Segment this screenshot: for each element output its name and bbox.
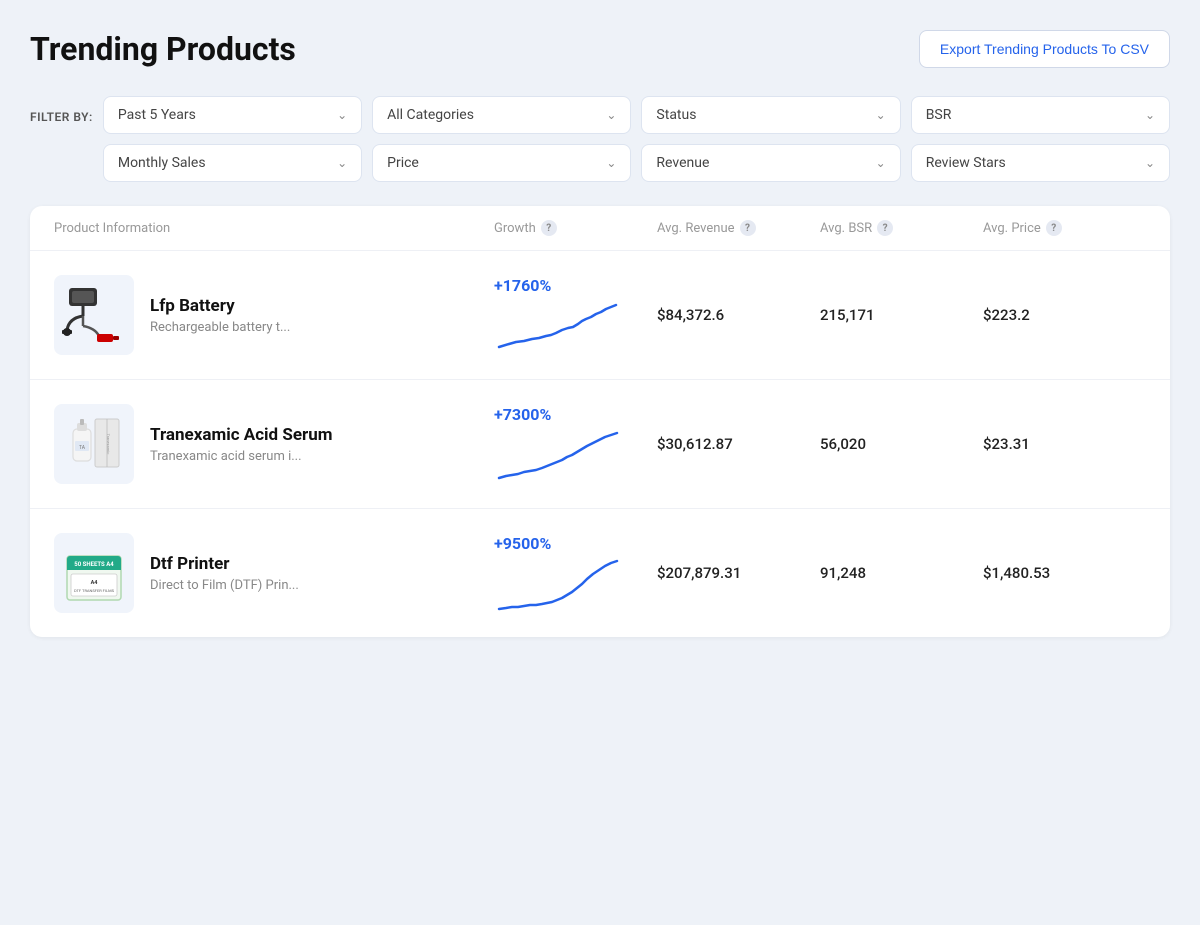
filter-bsr[interactable]: BSR ⌄ (911, 96, 1170, 134)
col-product-info: Product Information (54, 220, 494, 236)
avg-revenue-lfp: $84,372.6 (657, 306, 820, 324)
avg-bsr-lfp: 215,171 (820, 306, 983, 324)
product-cell-lfp: Lfp Battery Rechargeable battery t... (54, 275, 494, 355)
growth-help-icon[interactable]: ? (541, 220, 557, 236)
avg-bsr-serum: 56,020 (820, 435, 983, 453)
product-desc-lfp: Rechargeable battery t... (150, 320, 290, 335)
chevron-down-icon: ⌄ (1145, 156, 1155, 170)
product-info-serum: Tranexamic Acid Serum Tranexamic acid se… (150, 425, 332, 464)
sparkline-lfp (494, 299, 624, 354)
svg-text:50 SHEETS A4: 50 SHEETS A4 (74, 561, 114, 568)
filter-bsr-label: BSR (926, 107, 952, 123)
col-avg-price: Avg. Price ? (983, 220, 1146, 236)
product-name-dtf: Dtf Printer (150, 554, 299, 574)
table-row: Tranexamic TA Tranexamic Acid Serum Tran… (30, 380, 1170, 509)
product-desc-dtf: Direct to Film (DTF) Prin... (150, 578, 299, 593)
avg-price-serum: $23.31 (983, 435, 1146, 453)
product-cell-serum: Tranexamic TA Tranexamic Acid Serum Tran… (54, 404, 494, 484)
growth-pct-lfp: +1760% (494, 276, 551, 295)
product-info-dtf: Dtf Printer Direct to Film (DTF) Prin... (150, 554, 299, 593)
svg-text:DTF TRANSFER FILMS: DTF TRANSFER FILMS (74, 588, 115, 593)
avg-price-help-icon[interactable]: ? (1046, 220, 1062, 236)
col-avg-revenue: Avg. Revenue ? (657, 220, 820, 236)
chevron-down-icon: ⌄ (337, 156, 347, 170)
filter-review-stars[interactable]: Review Stars ⌄ (911, 144, 1170, 182)
table-header: Product Information Growth ? Avg. Revenu… (30, 206, 1170, 251)
filter-revenue-label: Revenue (656, 155, 709, 171)
product-name-lfp: Lfp Battery (150, 296, 290, 316)
filter-time-period[interactable]: Past 5 Years ⌄ (103, 96, 362, 134)
sparkline-serum (494, 428, 624, 483)
product-cell-dtf: A4 DTF TRANSFER FILMS 50 SHEETS A4 Dtf P… (54, 533, 494, 613)
avg-revenue-help-icon[interactable]: ? (740, 220, 756, 236)
svg-text:A4: A4 (91, 580, 99, 586)
table-row: Lfp Battery Rechargeable battery t... +1… (30, 251, 1170, 380)
sparkline-dtf (494, 557, 624, 612)
col-avg-bsr: Avg. BSR ? (820, 220, 983, 236)
avg-price-lfp: $223.2 (983, 306, 1146, 324)
products-table: Product Information Growth ? Avg. Revenu… (30, 206, 1170, 637)
filter-status-label: Status (656, 107, 696, 123)
avg-bsr-dtf: 91,248 (820, 564, 983, 582)
col-growth: Growth ? (494, 220, 657, 236)
growth-cell-serum: +7300% (494, 405, 657, 483)
product-name-serum: Tranexamic Acid Serum (150, 425, 332, 445)
growth-pct-dtf: +9500% (494, 534, 551, 553)
filter-time-period-label: Past 5 Years (118, 107, 196, 123)
product-image-lfp (54, 275, 134, 355)
table-row: A4 DTF TRANSFER FILMS 50 SHEETS A4 Dtf P… (30, 509, 1170, 637)
filter-status[interactable]: Status ⌄ (641, 96, 900, 134)
filter-review-stars-label: Review Stars (926, 155, 1006, 171)
filter-revenue[interactable]: Revenue ⌄ (641, 144, 900, 182)
product-info-lfp: Lfp Battery Rechargeable battery t... (150, 296, 290, 335)
avg-revenue-dtf: $207,879.31 (657, 564, 820, 582)
growth-cell-dtf: +9500% (494, 534, 657, 612)
export-button[interactable]: Export Trending Products To CSV (919, 30, 1170, 68)
filter-monthly-sales[interactable]: Monthly Sales ⌄ (103, 144, 362, 182)
filter-price[interactable]: Price ⌄ (372, 144, 631, 182)
chevron-down-icon: ⌄ (606, 156, 616, 170)
filter-monthly-sales-label: Monthly Sales (118, 155, 206, 171)
filter-label: FILTER BY: (30, 110, 93, 124)
svg-text:Tranexamic: Tranexamic (106, 434, 111, 455)
filter-categories[interactable]: All Categories ⌄ (372, 96, 631, 134)
filter-price-label: Price (387, 155, 419, 171)
chevron-down-icon: ⌄ (876, 156, 886, 170)
growth-cell-lfp: +1760% (494, 276, 657, 354)
svg-text:TA: TA (79, 445, 86, 451)
chevron-down-icon: ⌄ (337, 108, 347, 122)
chevron-down-icon: ⌄ (1145, 108, 1155, 122)
avg-revenue-serum: $30,612.87 (657, 435, 820, 453)
page-title: Trending Products (30, 30, 296, 68)
filter-categories-label: All Categories (387, 107, 474, 123)
chevron-down-icon: ⌄ (606, 108, 616, 122)
avg-bsr-help-icon[interactable]: ? (877, 220, 893, 236)
product-image-dtf: A4 DTF TRANSFER FILMS 50 SHEETS A4 (54, 533, 134, 613)
chevron-down-icon: ⌄ (876, 108, 886, 122)
growth-pct-serum: +7300% (494, 405, 551, 424)
product-image-serum: Tranexamic TA (54, 404, 134, 484)
product-desc-serum: Tranexamic acid serum i... (150, 449, 332, 464)
avg-price-dtf: $1,480.53 (983, 564, 1146, 582)
